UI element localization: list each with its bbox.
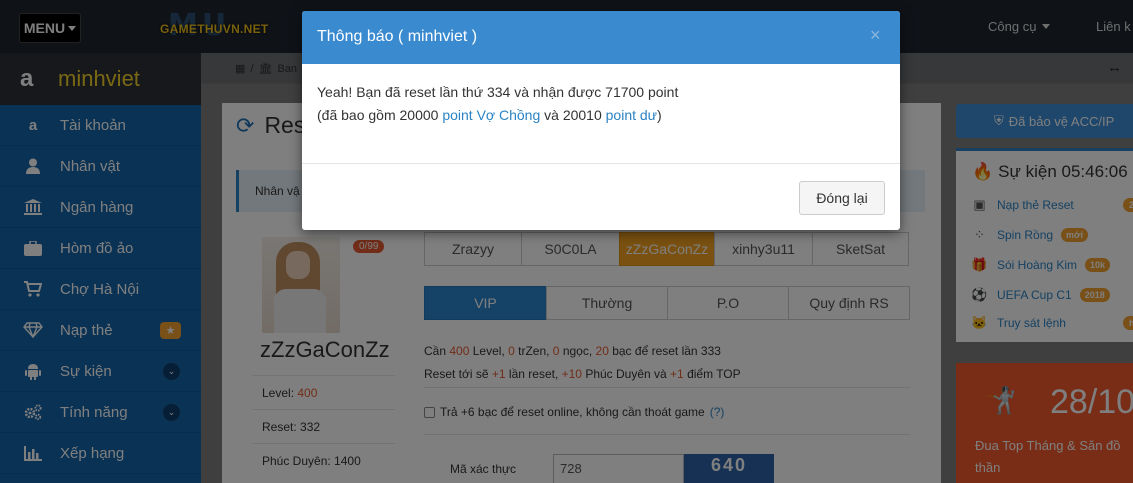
point-du-link[interactable]: point dư	[606, 107, 657, 123]
modal-footer: Đóng lại	[302, 163, 900, 230]
modal-message-line2: (đã bao gồm 20000 point Vợ Chồng và 2001…	[317, 107, 662, 123]
notification-modal: Thông báo ( minhviet ) × Yeah! Bạn đã re…	[302, 11, 900, 230]
modal-title: Thông báo ( minhviet )	[317, 28, 478, 45]
close-icon[interactable]: ×	[870, 25, 881, 46]
modal-message-line1: Yeah! Bạn đã reset lần thứ 334 và nhận đ…	[317, 84, 679, 100]
point-vo-chong-link[interactable]: point Vợ Chồng	[442, 107, 540, 123]
close-button[interactable]: Đóng lại	[799, 181, 885, 215]
modal-body: Yeah! Bạn đã reset lần thứ 334 và nhận đ…	[317, 81, 678, 127]
modal-header: Thông báo ( minhviet ) ×	[302, 11, 900, 64]
